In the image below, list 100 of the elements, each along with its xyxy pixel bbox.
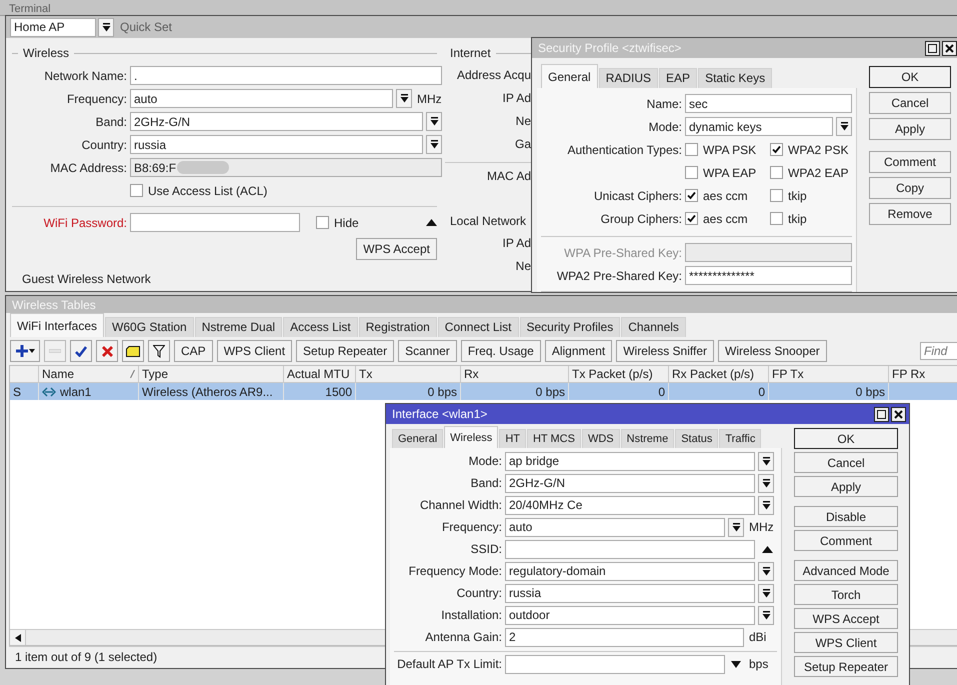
toolbar-button[interactable]: Freq. Usage: [460, 340, 541, 362]
checkbox[interactable]: [770, 189, 783, 202]
dropdown-field[interactable]: auto: [130, 89, 393, 108]
tab[interactable]: Registration: [358, 316, 437, 337]
maximize-button[interactable]: [925, 40, 940, 56]
toolbar-button[interactable]: [148, 340, 170, 362]
checkbox[interactable]: [770, 212, 783, 225]
maximize-button[interactable]: [874, 406, 889, 422]
wps-accept-button[interactable]: WPS Accept: [356, 238, 437, 260]
dropdown-button[interactable]: [758, 496, 774, 514]
toolbar-button[interactable]: [10, 340, 40, 362]
dialog-button[interactable]: WPS Accept: [794, 608, 898, 629]
tab[interactable]: Status: [675, 429, 718, 448]
toolbar-button[interactable]: Alignment: [544, 340, 612, 362]
close-button[interactable]: [891, 406, 906, 422]
dropdown-button[interactable]: [426, 135, 442, 154]
dropdown-button[interactable]: [758, 474, 774, 492]
dropdown-button[interactable]: [396, 89, 412, 108]
dropdown-field[interactable]: russia: [505, 584, 755, 602]
input-field[interactable]: [685, 243, 852, 262]
input-field[interactable]: B8:69:F: [130, 158, 442, 177]
dropdown-field[interactable]: dynamic keys: [685, 117, 833, 136]
toolbar-button[interactable]: Wireless Sniffer: [616, 340, 714, 362]
tab[interactable]: Channels: [621, 316, 686, 337]
table-row[interactable]: S wlan1 Wireless (Atheros AR9... 1500 0 bps 0 bps 0 0 0 bps: [10, 383, 957, 400]
toolbar-button[interactable]: Wireless Snooper: [718, 340, 827, 362]
dropdown-button[interactable]: [836, 117, 852, 136]
checkbox[interactable]: [685, 212, 698, 225]
collapse-arrow-icon[interactable]: [426, 219, 437, 226]
tab[interactable]: Wireless: [444, 426, 498, 448]
checkbox[interactable]: [685, 143, 698, 156]
tab[interactable]: Access List: [283, 316, 358, 337]
checkbox[interactable]: [770, 143, 783, 156]
dialog-button[interactable]: Torch: [794, 584, 898, 605]
close-button[interactable]: [942, 40, 957, 56]
tab[interactable]: General: [392, 429, 444, 448]
dialog-button[interactable]: Copy: [869, 177, 951, 199]
tab[interactable]: WiFi Interfaces: [10, 313, 104, 337]
scroll-left-button[interactable]: [10, 630, 26, 645]
dropdown-button[interactable]: [758, 584, 774, 602]
dropdown-arrow-icon[interactable]: [731, 660, 741, 668]
dropdown-field[interactable]: russia: [130, 135, 423, 154]
tab[interactable]: Nstreme: [620, 429, 674, 448]
checkbox[interactable]: [685, 189, 698, 202]
dialog-button[interactable]: Remove: [869, 203, 951, 225]
dialog-button[interactable]: OK: [869, 66, 951, 88]
tab[interactable]: RADIUS: [598, 68, 658, 88]
dropdown-button[interactable]: [98, 18, 114, 36]
dropdown-field[interactable]: ap bridge: [505, 452, 755, 470]
toolbar-button[interactable]: [70, 340, 92, 362]
collapse-arrow-icon[interactable]: [762, 546, 773, 552]
dropdown-field[interactable]: regulatory-domain: [505, 562, 755, 580]
dropdown-button[interactable]: [758, 452, 774, 470]
dialog-button[interactable]: Disable: [794, 506, 898, 527]
find-field[interactable]: Find: [920, 342, 957, 360]
input-field[interactable]: **************: [685, 266, 852, 285]
dialog-button[interactable]: WPS Client: [794, 632, 898, 653]
password-field[interactable]: [130, 213, 300, 232]
dialog-button[interactable]: Advanced Mode: [794, 560, 898, 581]
dialog-button[interactable]: OK: [794, 428, 898, 449]
tab[interactable]: Security Profiles: [520, 316, 620, 337]
tab[interactable]: General: [541, 64, 598, 88]
tab[interactable]: HT MCS: [526, 429, 581, 448]
toolbar-button[interactable]: WPS Client: [216, 340, 292, 362]
dropdown-button[interactable]: [426, 112, 442, 131]
dialog-button[interactable]: Apply: [794, 476, 898, 497]
input-field[interactable]: sec: [685, 94, 852, 113]
input-field[interactable]: [505, 654, 725, 674]
input-field[interactable]: 2: [505, 628, 744, 646]
dialog-button[interactable]: Cancel: [869, 92, 951, 114]
dropdown-button[interactable]: [758, 606, 774, 624]
input-field[interactable]: .: [130, 66, 442, 85]
tab[interactable]: Nstreme Dual: [194, 316, 282, 337]
input-field[interactable]: [505, 540, 755, 558]
toolbar-button[interactable]: CAP: [174, 340, 213, 362]
dropdown-field[interactable]: outdoor: [505, 606, 755, 624]
toolbar-button[interactable]: Setup Repeater: [296, 340, 394, 362]
dropdown-field[interactable]: Home AP: [10, 18, 96, 36]
checkbox[interactable]: [685, 166, 698, 179]
toolbar-button[interactable]: [122, 340, 144, 362]
dropdown-field[interactable]: 2GHz-G/N: [130, 112, 423, 131]
dialog-button[interactable]: Apply: [869, 118, 951, 140]
tab[interactable]: Traffic: [719, 429, 762, 448]
tab[interactable]: EAP: [659, 68, 698, 88]
tab[interactable]: WDS: [582, 429, 620, 448]
toolbar-button[interactable]: Scanner: [398, 340, 457, 362]
tab[interactable]: Static Keys: [698, 68, 772, 88]
tab[interactable]: W60G Station: [105, 316, 194, 337]
dialog-button[interactable]: Comment: [869, 151, 951, 173]
dropdown-button[interactable]: [728, 518, 744, 536]
dropdown-field[interactable]: 2GHz-G/N: [505, 474, 755, 492]
checkbox[interactable]: [130, 184, 143, 197]
checkbox[interactable]: [770, 166, 783, 179]
dropdown-button[interactable]: [758, 562, 774, 580]
checkbox[interactable]: [316, 216, 329, 229]
dialog-button[interactable]: Cancel: [794, 452, 898, 473]
tab[interactable]: Connect List: [438, 316, 518, 337]
dropdown-field[interactable]: auto: [505, 518, 725, 536]
dialog-button[interactable]: Comment: [794, 530, 898, 551]
dropdown-field[interactable]: 20/40MHz Ce: [505, 496, 755, 514]
